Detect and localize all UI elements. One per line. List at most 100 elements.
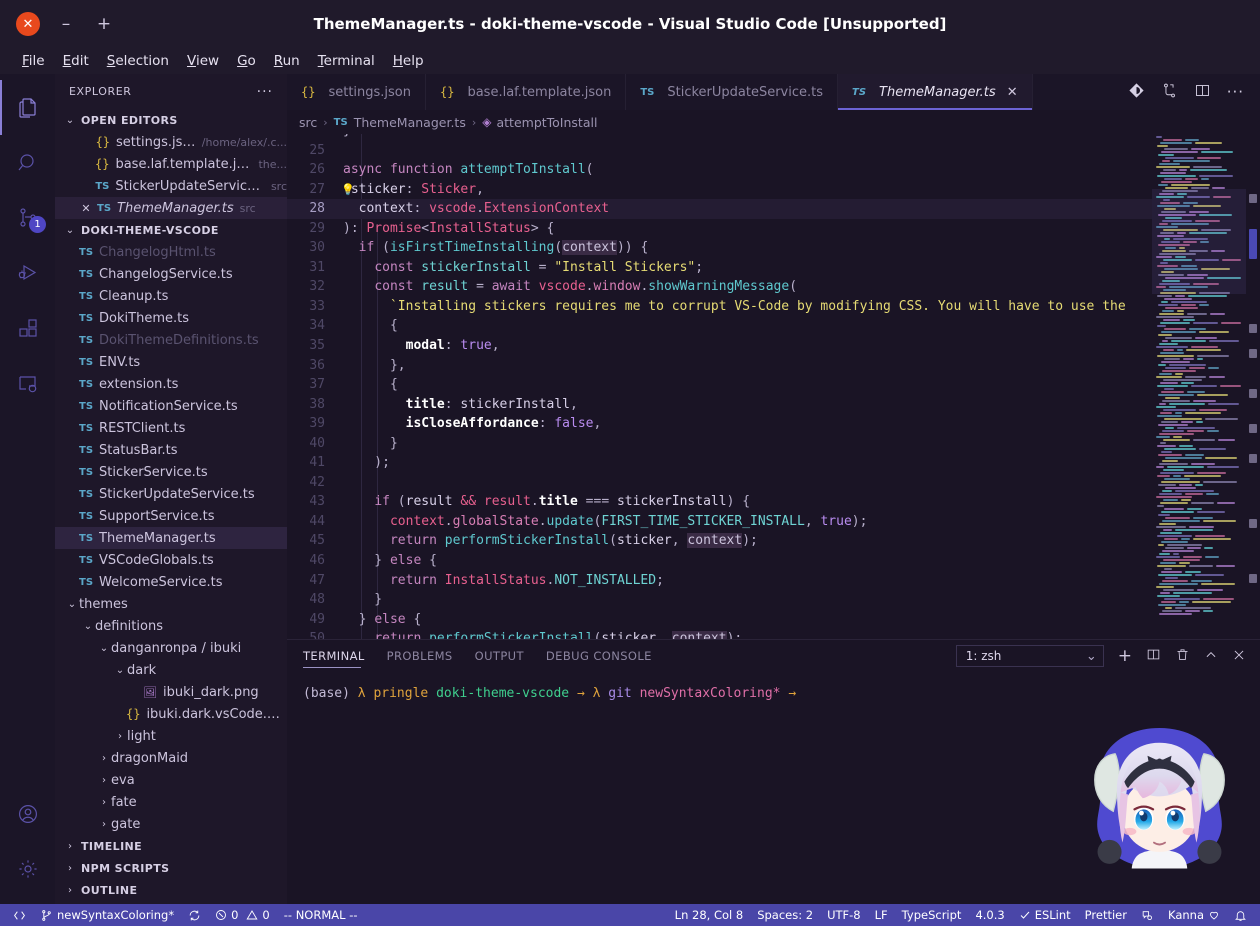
- breadcrumb-item[interactable]: TS ThemeManager.ts: [334, 115, 466, 130]
- code-scroll-area[interactable]: 24}2526async function attemptToInstall(2…: [287, 134, 1152, 639]
- status-problems[interactable]: 0 0: [208, 904, 277, 926]
- code-line[interactable]: 29): Promise<InstallStatus> {: [287, 219, 1152, 239]
- menu-selection[interactable]: Selection: [99, 51, 177, 71]
- compare-changes-icon[interactable]: [1161, 82, 1178, 103]
- code-line[interactable]: 27 sticker: Sticker, 💡: [287, 180, 1152, 200]
- maximize-window-button[interactable]: +: [92, 12, 116, 36]
- close-editor-icon[interactable]: ✕: [79, 202, 93, 215]
- open-editor-item[interactable]: ✕ TS ThemeManager.ts src: [55, 197, 287, 219]
- code-line[interactable]: 26 async function attemptToInstall(: [287, 160, 1152, 180]
- status-ts-version[interactable]: 4.0.3: [968, 904, 1011, 926]
- status-language-mode[interactable]: TypeScript: [895, 904, 969, 926]
- code-lines[interactable]: 24}2526async function attemptToInstall(2…: [287, 134, 1152, 639]
- file-item[interactable]: TS DokiThemeDefinitions.ts: [55, 329, 287, 351]
- file-item[interactable]: TS ThemeManager.ts: [55, 527, 287, 549]
- status-eslint[interactable]: ESLint: [1012, 904, 1078, 926]
- panel-tab-debug-console[interactable]: DEBUG CONSOLE: [546, 640, 652, 672]
- code-line[interactable]: 31 const stickerInstall = "Install Stick…: [287, 258, 1152, 278]
- code-line[interactable]: 33 `Installing stickers requires me to c…: [287, 297, 1152, 317]
- code-line[interactable]: 25: [287, 141, 1152, 161]
- code-line[interactable]: 47 return InstallStatus.NOT_INSTALLED;: [287, 571, 1152, 591]
- editor-tab[interactable]: TS StickerUpdateService.ts: [626, 74, 839, 110]
- code-line[interactable]: 45 return performStickerInstall(sticker,…: [287, 531, 1152, 551]
- code-line[interactable]: 36 },: [287, 356, 1152, 376]
- editor-tab[interactable]: {} settings.json: [287, 74, 427, 110]
- status-live-share[interactable]: [1134, 904, 1161, 926]
- activity-item-accounts[interactable]: [0, 786, 55, 841]
- panel-tab-terminal[interactable]: TERMINAL: [303, 640, 365, 672]
- code-line[interactable]: 32 const result = await vscode.window.sh…: [287, 277, 1152, 297]
- file-item[interactable]: TS ChangelogHtml.ts: [55, 241, 287, 263]
- file-item[interactable]: TS StickerUpdateService.ts: [55, 483, 287, 505]
- terminal-selector[interactable]: 1: zsh ⌄: [955, 645, 1104, 667]
- status-doki-theme[interactable]: Kanna: [1161, 904, 1227, 926]
- activity-item-run-debug[interactable]: [0, 245, 55, 300]
- minimap-slider[interactable]: [1152, 189, 1246, 294]
- file-item[interactable]: TS RESTClient.ts: [55, 417, 287, 439]
- kill-terminal-icon[interactable]: [1175, 647, 1190, 666]
- status-remote-indicator[interactable]: [6, 904, 33, 926]
- menu-view[interactable]: View: [179, 51, 227, 71]
- editor-tab[interactable]: TS ThemeManager.ts ✕: [838, 74, 1033, 110]
- file-item[interactable]: TS VSCodeGlobals.ts: [55, 549, 287, 571]
- section-timeline[interactable]: › TIMELINE: [55, 835, 287, 857]
- file-item[interactable]: TS DokiTheme.ts: [55, 307, 287, 329]
- close-tab-icon[interactable]: ✕: [1007, 85, 1018, 100]
- code-line[interactable]: 37 {: [287, 375, 1152, 395]
- minimap[interactable]: [1152, 134, 1260, 639]
- menu-edit[interactable]: Edit: [55, 51, 97, 71]
- code-line[interactable]: 40 }: [287, 434, 1152, 454]
- code-line[interactable]: 44 context.globalState.update(FIRST_TIME…: [287, 512, 1152, 532]
- menu-file[interactable]: File: [14, 51, 53, 71]
- status-prettier[interactable]: Prettier: [1078, 904, 1134, 926]
- file-item[interactable]: TS Cleanup.ts: [55, 285, 287, 307]
- split-source-control-icon[interactable]: [1128, 82, 1145, 103]
- status-editor-position[interactable]: Ln 28, Col 8: [668, 904, 751, 926]
- status-git-branch[interactable]: newSyntaxColoring*: [33, 904, 181, 926]
- menu-run[interactable]: Run: [266, 51, 308, 71]
- activity-item-remote[interactable]: [0, 355, 55, 410]
- folder-item[interactable]: ⌄ danganronpa / ibuki: [55, 637, 287, 659]
- code-line[interactable]: 41 );: [287, 453, 1152, 473]
- section-npm-scripts[interactable]: › NPM SCRIPTS: [55, 857, 287, 879]
- code-line[interactable]: 28 context: vscode.ExtensionContext: [287, 199, 1152, 219]
- status-encoding[interactable]: UTF-8: [820, 904, 868, 926]
- menu-terminal[interactable]: Terminal: [310, 51, 383, 71]
- status-indentation[interactable]: Spaces: 2: [750, 904, 820, 926]
- close-panel-icon[interactable]: [1232, 647, 1246, 666]
- code-line[interactable]: 43 if (result && result.title === sticke…: [287, 492, 1152, 512]
- sidebar-tree[interactable]: ⌄ OPEN EDITORS {} settings.json/home/alex/.…: [55, 109, 287, 904]
- code-line[interactable]: 34 {: [287, 316, 1152, 336]
- file-item[interactable]: {} ibuki.dark.vsCode.definit...: [55, 703, 287, 725]
- menu-help[interactable]: Help: [385, 51, 432, 71]
- status-eol[interactable]: LF: [868, 904, 895, 926]
- open-editor-item[interactable]: {} base.laf.template.json the...: [55, 153, 287, 175]
- minimize-window-button[interactable]: –: [54, 12, 78, 36]
- panel-tab-output[interactable]: OUTPUT: [475, 640, 524, 672]
- file-item[interactable]: TS WelcomeService.ts: [55, 571, 287, 593]
- file-item[interactable]: 🖼 ibuki_dark.png: [55, 681, 287, 703]
- activity-item-settings[interactable]: [0, 841, 55, 896]
- scrollbar-thumb[interactable]: [1249, 229, 1257, 259]
- folder-item[interactable]: › eva: [55, 769, 287, 791]
- menu-go[interactable]: Go: [229, 51, 264, 71]
- file-item[interactable]: TS ENV.ts: [55, 351, 287, 373]
- sidebar-more-icon[interactable]: ···: [257, 84, 273, 100]
- new-terminal-icon[interactable]: +: [1118, 647, 1132, 665]
- code-line[interactable]: 48 }: [287, 590, 1152, 610]
- code-line[interactable]: 35 modal: true,: [287, 336, 1152, 356]
- file-item[interactable]: TS NotificationService.ts: [55, 395, 287, 417]
- close-window-button[interactable]: ✕: [16, 12, 40, 36]
- activity-item-extensions[interactable]: [0, 300, 55, 355]
- breadcrumb-item[interactable]: ◈ attemptToInstall: [482, 115, 597, 130]
- activity-item-source-control[interactable]: 1: [0, 190, 55, 245]
- code-line[interactable]: 39 isCloseAffordance: false,: [287, 414, 1152, 434]
- status-sync-changes[interactable]: [181, 904, 208, 926]
- status-notifications[interactable]: [1227, 904, 1254, 926]
- breadcrumb-item[interactable]: src: [299, 115, 317, 130]
- folder-item[interactable]: ⌄ dark: [55, 659, 287, 681]
- folder-item[interactable]: › light: [55, 725, 287, 747]
- code-line[interactable]: 42: [287, 473, 1152, 493]
- section-open-editors[interactable]: ⌄ OPEN EDITORS: [55, 109, 287, 131]
- section-project-root[interactable]: ⌄ DOKI-THEME-VSCODE: [55, 219, 287, 241]
